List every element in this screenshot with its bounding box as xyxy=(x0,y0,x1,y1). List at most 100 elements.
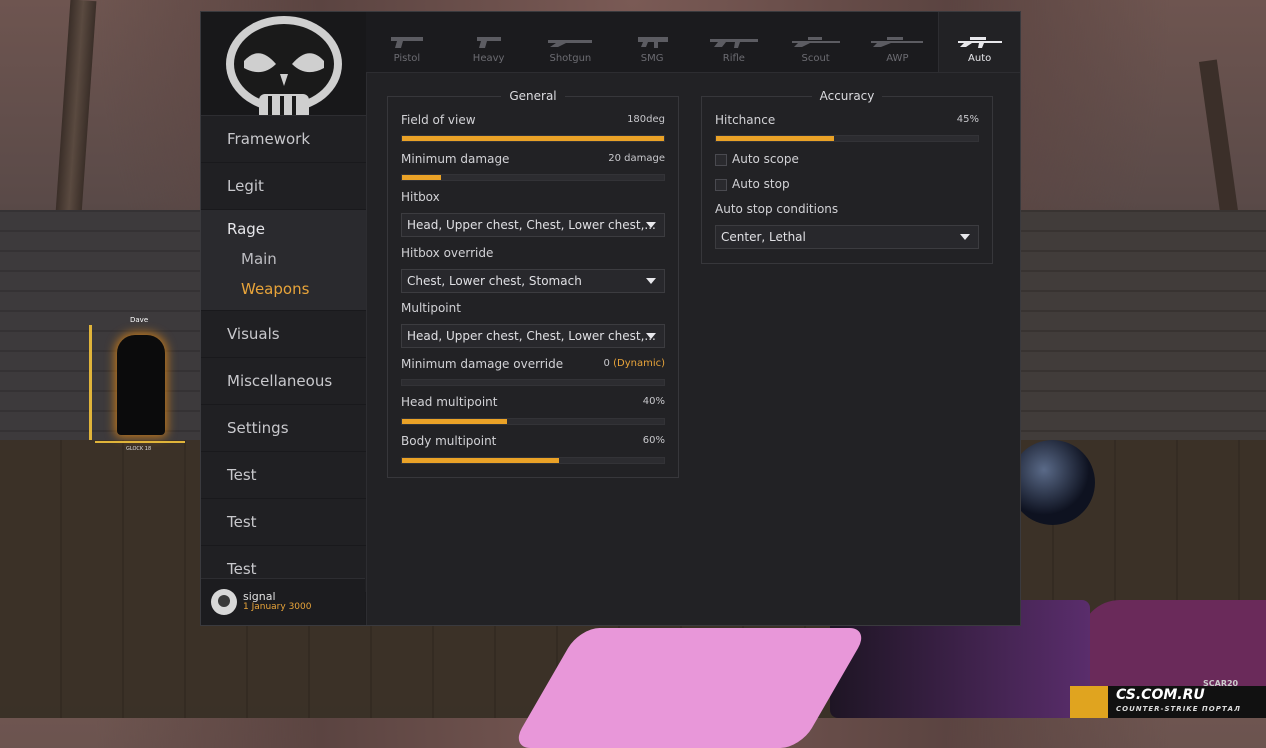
tab-pistol[interactable]: Pistol xyxy=(366,12,448,72)
smg-icon xyxy=(638,37,669,48)
logo xyxy=(201,12,366,116)
hitchance-slider[interactable] xyxy=(715,135,979,142)
sidebar-item-miscellaneous[interactable]: Miscellaneous xyxy=(201,358,366,405)
group-title: General xyxy=(501,89,565,103)
tab-scout[interactable]: Scout xyxy=(775,12,857,72)
watermark-tagline: COUNTER-STRIKE ПОРТАЛ xyxy=(1116,705,1241,713)
fov-slider[interactable] xyxy=(401,135,665,142)
tab-label: SMG xyxy=(640,53,664,64)
sidebar-subitem-weapons[interactable]: Weapons xyxy=(201,274,366,304)
multipoint-dropdown[interactable]: Head, Upper chest, Chest, Lower chest,..… xyxy=(401,324,665,348)
scope xyxy=(1010,440,1095,525)
auto-stop-conditions-dropdown[interactable]: Center, Lethal xyxy=(715,225,979,249)
rifle-icon xyxy=(709,39,758,48)
fov-label: Field of view xyxy=(401,113,476,127)
shotgun-icon xyxy=(548,40,593,47)
palm-tree xyxy=(1198,59,1240,221)
auto-scope-checkbox[interactable] xyxy=(715,154,727,166)
ammo-bar xyxy=(95,441,185,443)
pistol-icon xyxy=(390,37,423,48)
sidebar-item-settings[interactable]: Settings xyxy=(201,405,366,452)
auto-sniper-icon xyxy=(957,37,1002,48)
menu-window: Framework Legit Rage Main Weapons Visual… xyxy=(200,11,1021,626)
sidebar-item-legit[interactable]: Legit xyxy=(201,163,366,210)
sidebar: Framework Legit Rage Main Weapons Visual… xyxy=(201,12,367,625)
slider-fill xyxy=(402,419,507,424)
watermark-logo xyxy=(1070,686,1108,718)
hitbox-dropdown[interactable]: Head, Upper chest, Chest, Lower chest,..… xyxy=(401,213,665,237)
group-title: Accuracy xyxy=(811,89,883,103)
min-damage-override-value: 0 (Dynamic) xyxy=(604,358,665,369)
sidebar-item-test[interactable]: Test xyxy=(201,499,366,546)
hitbox-label: Hitbox xyxy=(401,190,440,204)
user-info: signal 1 January 3000 xyxy=(201,578,365,625)
chevron-down-icon xyxy=(646,278,656,284)
tab-label: Shotgun xyxy=(549,53,592,64)
player-weapon: GLOCK 18 xyxy=(126,446,152,452)
tab-awp[interactable]: AWP xyxy=(857,12,939,72)
hitchance-label: Hitchance xyxy=(715,113,776,127)
chevron-down-icon xyxy=(646,222,656,228)
tab-label: Rifle xyxy=(722,53,745,64)
tab-heavy[interactable]: Heavy xyxy=(448,12,530,72)
auto-stop-checkbox[interactable] xyxy=(715,179,727,191)
body-multipoint-label: Body multipoint xyxy=(401,434,497,448)
player-silhouette xyxy=(117,335,165,435)
fov-value: 180deg xyxy=(627,114,665,125)
slider-fill xyxy=(402,136,664,141)
hitbox-override-dropdown[interactable]: Chest, Lower chest, Stomach xyxy=(401,269,665,293)
value-number: 0 xyxy=(603,358,610,369)
sidebar-item-visuals[interactable]: Visuals xyxy=(201,311,366,358)
avatar xyxy=(211,589,237,615)
user-name: signal xyxy=(243,590,276,603)
dropdown-value: Center, Lethal xyxy=(721,230,806,244)
watermark-site: CS.COM.RU xyxy=(1116,687,1205,703)
slider-fill xyxy=(402,175,442,180)
slider-fill xyxy=(716,136,834,141)
body-multipoint-slider[interactable] xyxy=(401,457,665,464)
auto-stop-conditions-label: Auto stop conditions xyxy=(715,202,839,216)
player-name: Dave xyxy=(130,316,149,324)
subscription-date: 1 January 3000 xyxy=(243,602,312,612)
sidebar-item-framework[interactable]: Framework xyxy=(201,116,366,163)
head-multipoint-slider[interactable] xyxy=(401,418,665,425)
tab-label: Scout xyxy=(801,53,830,64)
skull-logo-icon xyxy=(225,15,342,115)
accuracy-group: Accuracy Hitchance 45% Auto scope Auto s… xyxy=(701,89,993,264)
head-multipoint-value: 40% xyxy=(642,396,665,407)
body-multipoint-value: 60% xyxy=(642,435,665,446)
weapon-tabs: Pistol Heavy Shotgun SMG Rifle Scout AWP xyxy=(366,12,1020,73)
tab-auto[interactable]: Auto xyxy=(938,12,1020,72)
health-bar xyxy=(89,325,92,440)
watermark: CS.COM.RU COUNTER-STRIKE ПОРТАЛ xyxy=(1070,686,1266,718)
auto-stop-label: Auto stop xyxy=(732,177,790,191)
tab-label: Auto xyxy=(968,53,992,64)
chevron-down-icon xyxy=(960,234,970,240)
sidebar-subitem-main[interactable]: Main xyxy=(201,244,366,274)
tab-rifle[interactable]: Rifle xyxy=(693,12,775,72)
tab-shotgun[interactable]: Shotgun xyxy=(530,12,612,72)
hitbox-override-label: Hitbox override xyxy=(401,246,494,260)
dropdown-value: Head, Upper chest, Chest, Lower chest,..… xyxy=(407,329,656,343)
sidebar-item-test[interactable]: Test xyxy=(201,452,366,499)
multipoint-label: Multipoint xyxy=(401,301,461,315)
tab-smg[interactable]: SMG xyxy=(611,12,693,72)
tab-label: AWP xyxy=(886,53,909,64)
sidebar-item-rage[interactable]: Rage xyxy=(201,214,366,244)
hitchance-value: 45% xyxy=(956,114,979,125)
tab-label: Pistol xyxy=(393,53,421,64)
head-multipoint-label: Head multipoint xyxy=(401,395,498,409)
chevron-down-icon xyxy=(646,333,656,339)
min-damage-slider[interactable] xyxy=(401,174,665,181)
dropdown-value: Chest, Lower chest, Stomach xyxy=(407,274,582,288)
general-group: General Field of view 180deg Minimum dam… xyxy=(387,89,679,478)
dynamic-tag: (Dynamic) xyxy=(613,358,665,369)
enemy-player xyxy=(89,325,185,445)
background-wall xyxy=(1020,210,1266,450)
slider-fill xyxy=(402,458,560,463)
dropdown-value: Head, Upper chest, Chest, Lower chest,..… xyxy=(407,218,656,232)
sidebar-group-rage: Rage Main Weapons xyxy=(201,210,366,311)
min-damage-override-slider[interactable] xyxy=(401,379,665,386)
awp-icon xyxy=(871,37,924,47)
auto-scope-label: Auto scope xyxy=(732,152,799,166)
